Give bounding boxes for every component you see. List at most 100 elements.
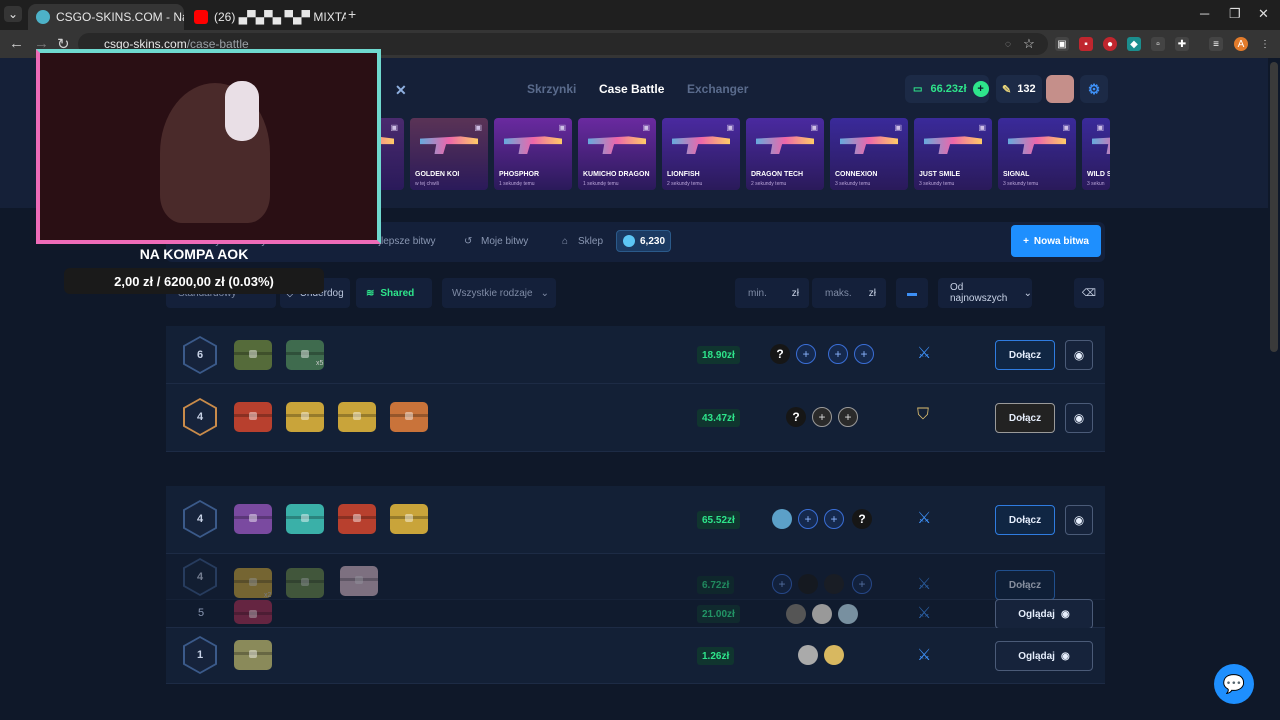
join-button[interactable]: Dołącz bbox=[995, 570, 1055, 600]
settings-gear-icon[interactable]: ⚙ bbox=[1080, 75, 1108, 103]
sort-value: Od najnowszych bbox=[950, 282, 1008, 304]
nav-exchanger[interactable]: Exchanger bbox=[687, 82, 748, 96]
drop-time: 1 sekundę temu bbox=[499, 181, 535, 187]
drop-time: w tej chwili bbox=[415, 181, 439, 187]
close-window-icon[interactable]: ✕ bbox=[1258, 6, 1269, 22]
weapon-image bbox=[672, 136, 730, 154]
tab-list-button[interactable]: ⌄ bbox=[4, 6, 22, 22]
drop-card[interactable]: ▣ WILD S 3 sekun bbox=[1082, 118, 1110, 190]
case-icon bbox=[234, 340, 272, 370]
case-multiplier: x5 bbox=[316, 360, 324, 367]
drop-card[interactable]: ▣ KUMICHO DRAGON 1 sekundę temu bbox=[578, 118, 656, 190]
eye-icon[interactable]: ◉ bbox=[1065, 505, 1093, 535]
case-count-hex: 4 bbox=[183, 398, 217, 436]
youtube-favicon-icon bbox=[194, 10, 208, 24]
user-avatar[interactable] bbox=[1046, 75, 1074, 103]
donation-goal-bar: 2,00 zł / 6200,00 zł (0.03%) bbox=[64, 268, 324, 294]
chat-bubble-icon[interactable]: 💬 bbox=[1214, 664, 1254, 704]
clear-filters-icon[interactable]: ⌫ bbox=[1074, 278, 1104, 308]
menu-icon[interactable]: ⋮ bbox=[1258, 37, 1272, 51]
join-slot-plus-icon[interactable]: + bbox=[812, 407, 832, 427]
view-toggle-icon[interactable]: ▬ bbox=[896, 278, 928, 308]
balance-pill[interactable]: ▭ 66.23zł + bbox=[905, 75, 989, 103]
watch-button[interactable]: Oglądaj ◉ bbox=[995, 599, 1093, 629]
battle-row[interactable]: 4 43.47zł ? + + ⛉ Dołącz ◉ bbox=[166, 384, 1105, 452]
join-slot-plus-icon[interactable]: + bbox=[824, 509, 844, 529]
extension-icon[interactable]: ▫ bbox=[1151, 37, 1165, 51]
drop-card[interactable]: ▣ DRAGON TECH 2 sekundy temu bbox=[746, 118, 824, 190]
extension-icon[interactable]: ● bbox=[1103, 37, 1117, 51]
case-count-hex: 6 bbox=[183, 336, 217, 374]
kinds-dropdown[interactable]: Wszystkie rodzaje ⌄ bbox=[442, 278, 556, 308]
watch-button[interactable]: Oglądaj ◉ bbox=[995, 641, 1093, 671]
case-icon bbox=[234, 640, 272, 670]
points-value: 132 bbox=[1017, 83, 1036, 95]
case-icon bbox=[338, 504, 376, 534]
join-slot-plus-icon[interactable]: + bbox=[796, 344, 816, 364]
minimize-icon[interactable]: ─ bbox=[1200, 6, 1209, 21]
eye-icon[interactable]: ◉ bbox=[1065, 403, 1093, 433]
puzzle-icon[interactable]: ✚ bbox=[1175, 37, 1189, 51]
join-slot-plus-icon[interactable]: + bbox=[838, 407, 858, 427]
join-slot-plus-icon[interactable]: + bbox=[852, 574, 872, 594]
x-social-icon[interactable]: ✕ bbox=[395, 82, 407, 99]
pencil-icon: ✎ bbox=[1002, 83, 1012, 96]
back-icon[interactable]: ← bbox=[9, 35, 24, 52]
join-slot-plus-icon[interactable]: + bbox=[854, 344, 874, 364]
join-slot-plus-icon[interactable]: + bbox=[772, 574, 792, 594]
max-price-field[interactable]: maks. zł bbox=[812, 278, 886, 308]
extension-icon[interactable]: ◆ bbox=[1127, 37, 1141, 51]
tab-shop[interactable]: Sklep bbox=[578, 236, 603, 247]
coins-badge[interactable]: 6,230 bbox=[616, 230, 671, 252]
chevron-down-icon: ⌄ bbox=[1023, 287, 1032, 299]
filter-shared[interactable]: ≋ Shared bbox=[356, 278, 432, 308]
drop-card[interactable]: ▣ PHOSPHOR 1 sekundę temu bbox=[494, 118, 572, 190]
add-funds-icon[interactable]: + bbox=[972, 81, 989, 97]
drop-card[interactable]: ▣ CONNEXION 3 sekundy temu bbox=[830, 118, 908, 190]
tab-my-battles[interactable]: Moje bitwy bbox=[481, 236, 528, 247]
drop-name: WILD S bbox=[1087, 171, 1110, 178]
battle-row[interactable]: 4 x2 6.72zł + + ⚔ Dołącz bbox=[166, 554, 1105, 600]
battle-row[interactable]: 1 1.26zł ⚔ Oglądaj ◉ bbox=[166, 628, 1105, 684]
new-tab-button[interactable]: + bbox=[348, 6, 356, 22]
tab-csgo-skins[interactable]: CSGO-SKINS.COM - Najlepsze ✕ bbox=[28, 4, 184, 30]
points-pill[interactable]: ✎ 132 bbox=[996, 75, 1042, 103]
drop-card[interactable]: ▣ LIONFISH 2 sekundy temu bbox=[662, 118, 740, 190]
new-battle-button[interactable]: + Nowa bitwa bbox=[1011, 225, 1101, 257]
join-button[interactable]: Dołącz bbox=[995, 505, 1055, 535]
sort-dropdown[interactable]: Od najnowszych ⌄ bbox=[938, 278, 1032, 308]
star-icon[interactable]: ☆ bbox=[1022, 36, 1036, 51]
weapon-image bbox=[756, 136, 814, 154]
profile-avatar[interactable]: A bbox=[1234, 37, 1248, 51]
join-slot-plus-icon[interactable]: + bbox=[798, 509, 818, 529]
kinds-value: Wszystkie rodzaje bbox=[452, 287, 533, 299]
nav-cases[interactable]: Skrzynki bbox=[527, 82, 576, 96]
tab-youtube[interactable]: (26) ▄▀▄▀▄ ▀▄▀ MIXTA ✕ bbox=[186, 4, 346, 30]
drop-time: 3 sekundy temu bbox=[1003, 181, 1039, 187]
join-button[interactable]: Dołącz bbox=[995, 403, 1055, 433]
drop-card[interactable]: ▣ JUST SMILE 3 sekundy temu bbox=[914, 118, 992, 190]
weapon-image bbox=[420, 136, 478, 154]
new-battle-label: Nowa bitwa bbox=[1033, 235, 1089, 247]
drop-card[interactable]: ▣ SIGNAL 3 sekundy temu bbox=[998, 118, 1076, 190]
join-button[interactable]: Dołącz bbox=[995, 340, 1055, 370]
battle-row[interactable]: 5 21.00zł ⚔ Oglądaj ◉ bbox=[166, 599, 1105, 629]
case-icon: ▣ bbox=[978, 123, 986, 132]
eye-off-icon[interactable]: ◌ bbox=[1001, 37, 1015, 51]
join-slot-plus-icon[interactable]: + bbox=[828, 344, 848, 364]
scrollbar[interactable] bbox=[1270, 62, 1278, 352]
battle-price: 65.52zł bbox=[697, 511, 740, 529]
min-price-field[interactable]: min. zł bbox=[735, 278, 809, 308]
adblock-icon[interactable]: ▪ bbox=[1079, 37, 1093, 51]
underdog-shield-icon: ⛉ bbox=[917, 406, 930, 423]
battle-row[interactable]: 4 65.52zł + + ? ⚔ Dołącz ◉ bbox=[166, 486, 1105, 554]
nav-case-battle[interactable]: Case Battle bbox=[599, 82, 664, 96]
media-icon[interactable]: ≡ bbox=[1209, 37, 1223, 51]
drop-card[interactable]: ▣ GOLDEN KOI w tej chwili bbox=[410, 118, 488, 190]
battle-row[interactable]: 6 x5 18.90zł ? + + + ⚔ Dołącz ◉ bbox=[166, 326, 1105, 384]
extension-icon[interactable]: ▣ bbox=[1055, 37, 1069, 51]
plus-icon: + bbox=[1023, 235, 1029, 247]
restore-icon[interactable]: ❐ bbox=[1229, 6, 1241, 22]
case-icon bbox=[390, 402, 428, 432]
eye-icon[interactable]: ◉ bbox=[1065, 340, 1093, 370]
